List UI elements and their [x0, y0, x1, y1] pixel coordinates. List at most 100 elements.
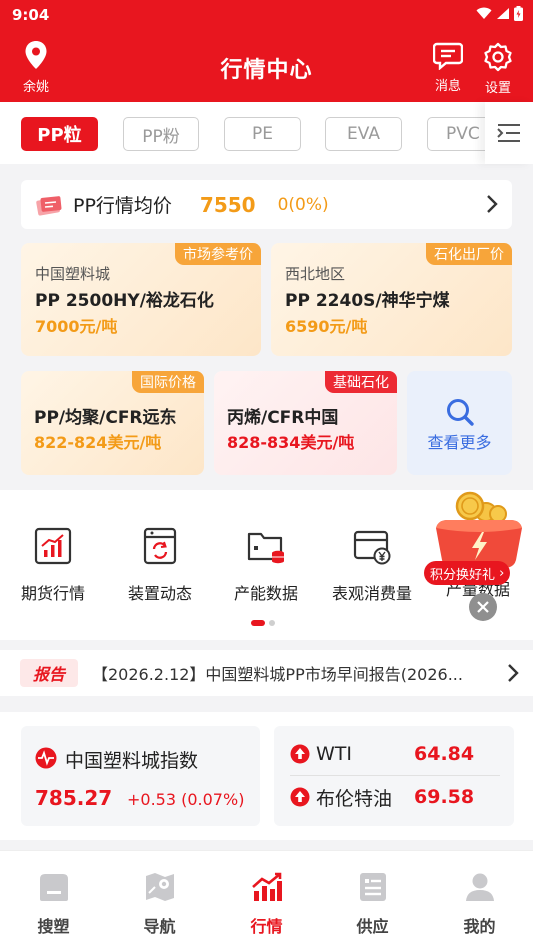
tab-menu-button[interactable]: [485, 102, 533, 164]
shortcut-label: 产能数据: [233, 584, 298, 603]
signal-icon: [497, 8, 509, 19]
messages-button[interactable]: 消息: [428, 42, 468, 94]
card-price: 7000元/吨: [35, 317, 118, 336]
card-tag: 市场参考价: [175, 243, 261, 265]
card-price: 6590元/吨: [285, 317, 368, 336]
card-product-name: PP/均聚/CFR远东: [34, 408, 177, 428]
avg-price-label: PP行情均价: [73, 195, 172, 217]
see-more-button[interactable]: 查看更多: [407, 371, 512, 475]
device-refresh-icon: [143, 527, 177, 565]
app-header: 9:04 余姚 行情中心 消息 设置: [0, 0, 533, 102]
coin-gift-icon: [436, 491, 522, 568]
card-product-name: 丙烯/CFR中国: [227, 408, 339, 428]
chevron-right-icon: [508, 664, 519, 682]
nav-label: 导航: [143, 917, 176, 936]
shortcut-label: 期货行情: [20, 584, 85, 603]
card-product-name: PP 2240S/神华宁煤: [285, 291, 450, 311]
status-icons: [476, 6, 523, 21]
see-more-label: 查看更多: [427, 433, 492, 452]
report-badge: 报告: [20, 659, 78, 687]
oil-row-wti: WTI 64.84: [290, 734, 500, 774]
nav-item-navigation[interactable]: 导航: [106, 871, 213, 937]
nav-label: 供应: [356, 917, 389, 936]
tab-pe[interactable]: PE: [224, 117, 301, 151]
shortcut-consumption[interactable]: 表观消费量: [326, 526, 418, 604]
nav-item-search[interactable]: 搜塑: [0, 871, 107, 937]
promo-close-button[interactable]: [469, 593, 497, 621]
futures-chart-icon: [34, 527, 72, 565]
messages-label: 消息: [434, 79, 461, 94]
index-change: +0.53 (0.07%): [127, 790, 245, 809]
chevron-right-icon: [487, 195, 498, 213]
divider: [290, 775, 500, 776]
card-tag: 基础石化: [325, 371, 397, 393]
up-arrow-icon: [290, 744, 310, 764]
nav-item-supply[interactable]: 供应: [319, 871, 426, 937]
tab-pp-powder[interactable]: PP粉: [123, 117, 199, 151]
card-tag: 国际价格: [132, 371, 204, 393]
index-name: 中国塑料城指数: [65, 750, 199, 772]
product-tabs: PP粒 PP粉 PE EVA PVC: [0, 102, 533, 164]
price-card-petrochem[interactable]: 基础石化 丙烯/CFR中国 828-834美元/吨: [214, 371, 397, 475]
index-section: 中国塑料城指数 785.27 +0.53 (0.07%) WTI 64.84 布…: [0, 712, 533, 840]
oil-name: WTI: [316, 743, 352, 765]
tab-eva[interactable]: EVA: [325, 117, 402, 151]
profile-icon: [465, 873, 494, 901]
card-price: 828-834美元/吨: [227, 433, 355, 452]
report-banner[interactable]: 报告 【2026.2.12】中国塑料城PP市场早间报告(2026...: [0, 650, 533, 696]
map-icon: [145, 873, 174, 901]
avg-price-value: 7550: [199, 192, 256, 217]
shortcut-futures[interactable]: 期货行情: [7, 526, 99, 604]
trend-chart-icon: [251, 872, 282, 901]
price-tag-icon: [36, 195, 62, 215]
avg-price-bar[interactable]: PP行情均价 7550 0(0%): [21, 180, 512, 229]
shortcut-capacity[interactable]: 产能数据: [220, 526, 312, 604]
report-title: 【2026.2.12】中国塑料城PP市场早间报告(2026...: [92, 665, 463, 684]
capacity-folder-icon: [247, 532, 284, 564]
supply-list-icon: [359, 873, 386, 901]
wifi-icon: [476, 7, 492, 19]
card-price: 822-824美元/吨: [34, 433, 162, 452]
shortcut-device[interactable]: 装置动态: [114, 526, 206, 604]
up-arrow-icon: [290, 787, 310, 807]
page-dot: [269, 620, 275, 626]
price-card-factory[interactable]: 石化出厂价 西北地区 PP 2240S/神华宁煤 6590元/吨: [271, 243, 512, 356]
close-icon: [477, 601, 489, 613]
card-tag: 石化出厂价: [426, 243, 512, 265]
plastic-index-card[interactable]: 中国塑料城指数 785.27 +0.53 (0.07%): [21, 726, 260, 826]
price-card-market[interactable]: 市场参考价 中国塑料城 PP 2500HY/裕龙石化 7000元/吨: [21, 243, 261, 356]
oil-row-brent: 布伦特油 69.58: [290, 777, 500, 817]
message-icon: [432, 42, 464, 71]
bottom-nav: 搜塑 导航 行情 供应 我的: [0, 850, 533, 948]
promo-label: 积分换好礼: [430, 567, 496, 583]
settings-label: 设置: [484, 81, 511, 96]
nav-label: 我的: [463, 917, 496, 936]
list-menu-icon: [497, 124, 520, 142]
nav-label: 搜塑: [37, 917, 70, 936]
price-card-international[interactable]: 国际价格 PP/均聚/CFR远东 822-824美元/吨: [21, 371, 204, 475]
page-dot-active: [251, 620, 265, 626]
nav-item-profile[interactable]: 我的: [426, 871, 533, 937]
gear-icon: [484, 42, 512, 72]
tab-pp-pellet[interactable]: PP粒: [21, 117, 98, 151]
card-region: 西北地区: [285, 265, 346, 283]
settings-button[interactable]: 设置: [478, 42, 518, 96]
shortcut-label: 装置动态: [127, 584, 192, 603]
nav-item-market[interactable]: 行情: [213, 871, 320, 937]
card-product-name: PP 2500HY/裕龙石化: [35, 291, 214, 311]
battery-icon: [514, 6, 523, 21]
avg-price-change: 0(0%): [277, 194, 329, 215]
oil-name: 布伦特油: [316, 787, 393, 810]
oil-value: 69.58: [414, 786, 475, 808]
home-icon: [39, 874, 68, 901]
search-icon: [447, 399, 474, 426]
promo-badge: 积分换好礼 ›: [424, 561, 511, 585]
oil-value: 64.84: [414, 743, 475, 765]
card-region: 中国塑料城: [35, 265, 111, 283]
nav-label: 行情: [250, 917, 283, 936]
shortcut-label: 表观消费量: [331, 584, 412, 603]
oil-price-card[interactable]: WTI 64.84 布伦特油 69.58: [274, 726, 514, 826]
consumption-card-icon: [353, 530, 391, 565]
status-time: 9:04: [12, 6, 50, 24]
index-value: 785.27: [35, 786, 113, 810]
